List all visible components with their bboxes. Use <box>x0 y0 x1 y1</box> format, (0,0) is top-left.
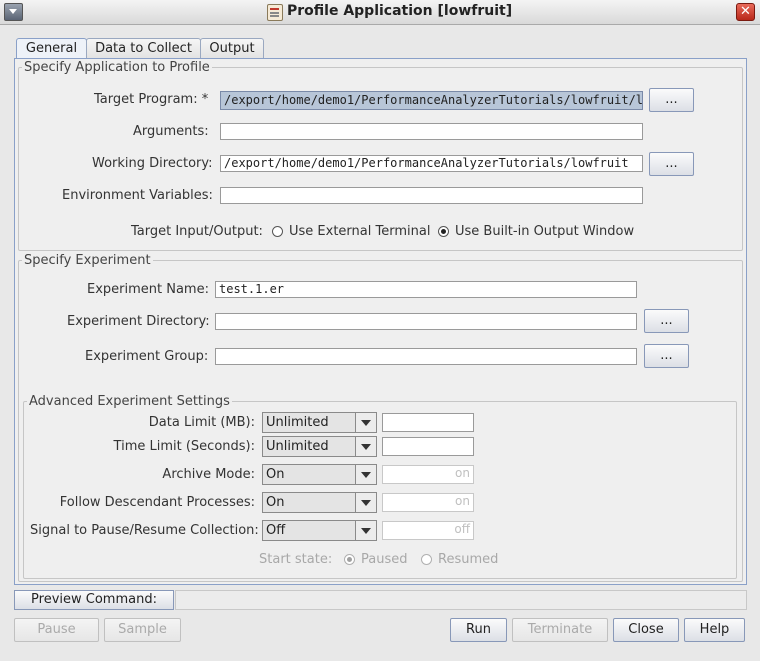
environment-variables-field[interactable] <box>220 187 643 204</box>
archive-mode-selected: On <box>266 467 285 482</box>
external-terminal-label[interactable]: Use External Terminal <box>289 224 430 239</box>
arguments-label: Arguments: <box>133 124 209 139</box>
data-limit-selected: Unlimited <box>266 415 329 430</box>
experiment-group-field[interactable] <box>215 348 637 365</box>
signal-pause-dropdown[interactable]: Off <box>262 520 377 541</box>
preview-command-button[interactable]: Preview Command: <box>14 590 174 610</box>
sample-button[interactable]: Sample <box>104 618 181 642</box>
close-button[interactable]: Close <box>613 618 679 642</box>
arguments-field[interactable] <box>220 123 643 140</box>
target-program-browse-button[interactable]: ... <box>649 88 694 112</box>
tab-output[interactable]: Output <box>200 38 264 59</box>
chevron-down-icon[interactable] <box>355 437 376 456</box>
time-limit-selected: Unlimited <box>266 439 329 454</box>
experiment-name-label: Experiment Name: <box>87 282 209 297</box>
working-directory-label: Working Directory: <box>92 156 213 171</box>
advanced-settings-title: Advanced Experiment Settings <box>27 394 232 409</box>
profile-app-icon <box>267 4 283 21</box>
pause-button[interactable]: Pause <box>14 618 99 642</box>
help-button[interactable]: Help <box>684 618 745 642</box>
signal-pause-selected: Off <box>266 523 286 538</box>
experiment-group-browse-button[interactable]: ... <box>644 344 689 368</box>
resumed-label: Resumed <box>438 552 499 567</box>
archive-mode-value-field: on <box>382 465 474 484</box>
close-window-icon[interactable]: ✕ <box>736 3 755 21</box>
paused-radio <box>344 554 355 565</box>
window-title: Profile Application [lowfruit] <box>287 3 513 19</box>
target-program-label: Target Program: * <box>94 92 209 107</box>
experiment-group-label: Experiment Group: <box>85 349 209 364</box>
data-limit-value-field[interactable] <box>382 413 474 432</box>
paused-label: Paused <box>361 552 408 567</box>
builtin-output-radio[interactable] <box>438 226 449 237</box>
target-program-field[interactable]: /export/home/demo1/PerformanceAnalyzerTu… <box>220 91 643 110</box>
external-terminal-radio[interactable] <box>272 226 283 237</box>
experiment-name-field[interactable]: test.1.er <box>215 281 637 298</box>
experiment-directory-label: Experiment Directory: <box>67 314 210 329</box>
archive-mode-dropdown[interactable]: On <box>262 464 377 485</box>
builtin-output-label[interactable]: Use Built-in Output Window <box>455 224 634 239</box>
signal-pause-value-field: off <box>382 521 474 540</box>
chevron-down-icon[interactable] <box>355 465 376 484</box>
experiment-directory-field[interactable] <box>215 313 637 330</box>
follow-descendant-label: Follow Descendant Processes: <box>59 495 255 510</box>
chevron-down-icon[interactable] <box>355 493 376 512</box>
specify-application-title: Specify Application to Profile <box>22 60 212 75</box>
tab-general[interactable]: General <box>16 38 87 60</box>
experiment-directory-browse-button[interactable]: ... <box>644 309 689 333</box>
resumed-radio <box>421 554 432 565</box>
follow-descendant-selected: On <box>266 495 285 510</box>
specify-experiment-title: Specify Experiment <box>22 253 153 268</box>
archive-mode-label: Archive Mode: <box>162 467 255 482</box>
data-limit-label: Data Limit (MB): <box>148 415 255 430</box>
working-directory-browse-button[interactable]: ... <box>649 152 694 176</box>
window-menu-icon[interactable] <box>4 3 23 21</box>
chevron-down-icon[interactable] <box>355 413 376 432</box>
time-limit-dropdown[interactable]: Unlimited <box>262 436 377 457</box>
follow-descendant-value-field: on <box>382 493 474 512</box>
time-limit-label: Time Limit (Seconds): <box>113 439 255 454</box>
preview-command-output <box>175 590 747 610</box>
follow-descendant-dropdown[interactable]: On <box>262 492 377 513</box>
terminate-button[interactable]: Terminate <box>512 618 608 642</box>
target-io-label: Target Input/Output: <box>131 224 263 239</box>
time-limit-value-field[interactable] <box>382 437 474 456</box>
environment-variables-label: Environment Variables: <box>62 188 213 203</box>
data-limit-dropdown[interactable]: Unlimited <box>262 412 377 433</box>
working-directory-field[interactable]: /export/home/demo1/PerformanceAnalyzerTu… <box>220 155 643 172</box>
title-bar: Profile Application [lowfruit] ✕ <box>0 0 760 25</box>
tab-data-to-collect[interactable]: Data to Collect <box>86 38 201 59</box>
start-state-label: Start state: <box>259 552 333 567</box>
chevron-down-icon[interactable] <box>355 521 376 540</box>
signal-pause-label: Signal to Pause/Resume Collection: <box>30 523 259 538</box>
run-button[interactable]: Run <box>450 618 507 642</box>
